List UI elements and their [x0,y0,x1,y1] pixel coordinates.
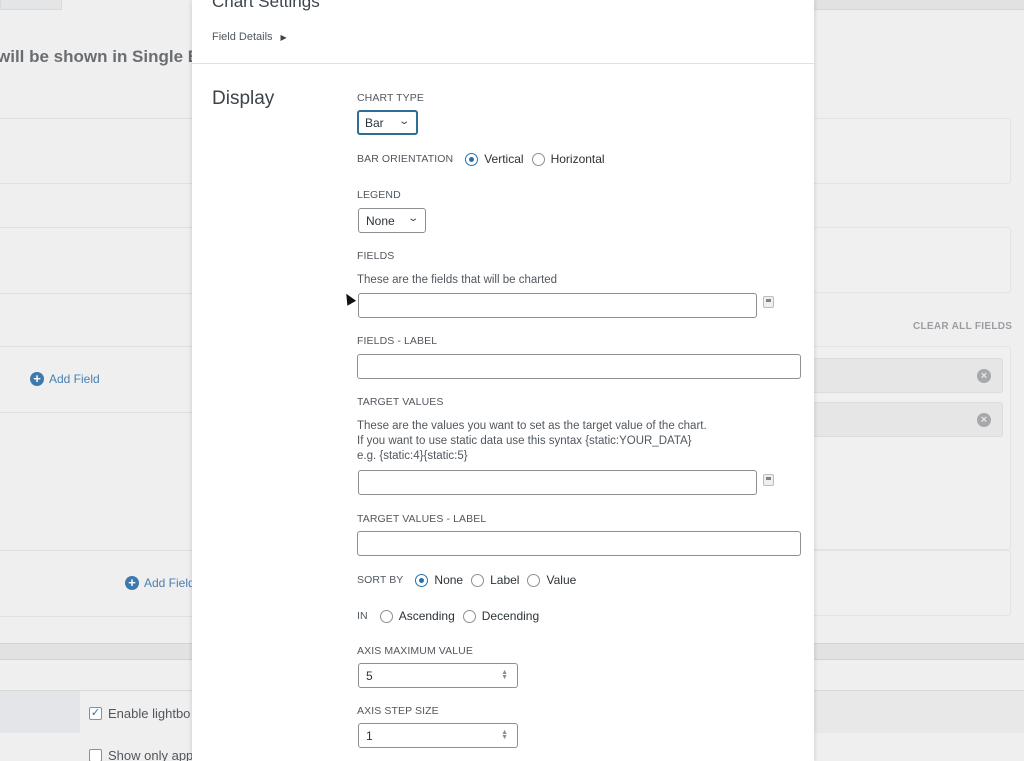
background-heading: will be shown in Single E [0,47,200,66]
divider [0,550,192,551]
bar-orientation-group: BAR ORIENTATION Vertical Horizontal [357,152,605,166]
background-cell [814,691,1024,733]
chart-type-select[interactable]: Bar ⌄ [357,110,418,135]
radio-icon[interactable] [527,573,541,587]
radio-icon[interactable] [379,609,393,623]
radio-checked-icon[interactable] [465,152,479,166]
triangle-right-icon: ▶ [280,32,287,42]
radio-icon[interactable] [462,609,476,623]
clear-all-fields-button[interactable]: CLEAR ALL FIELDS [913,321,1012,332]
target-values-description-3: e.g. {static:4}{static:5} [357,450,468,462]
divider [0,118,192,119]
modal-header: Chart Settings Field Details ▶ [192,0,814,64]
spinner-arrows-icon[interactable]: ▲ ▼ [501,729,508,741]
target-values-description-2: If you want to use static data use this … [357,435,692,447]
plus-circle-icon: + [125,576,139,590]
target-values-label-label: TARGET VALUES - LABEL [357,513,487,525]
background-top-bar [810,0,1024,10]
axis-step-input[interactable]: 1 ▲ ▼ [358,723,518,748]
radio-sort-label[interactable]: Label [471,573,519,587]
background-box [810,118,1011,184]
section-title-display: Display [212,88,275,109]
fields-description: These are the fields that will be charte… [357,274,558,286]
fields-input[interactable] [358,293,757,318]
field-picker-icon[interactable] [763,474,774,486]
divider [0,227,192,228]
chevron-down-icon: ⌄ [406,213,419,224]
field-row[interactable]: × [810,402,1003,437]
target-values-description-1: These are the values you want to set as … [357,420,707,432]
chevron-down-icon: ⌄ [397,116,410,127]
divider [0,183,192,184]
radio-icon[interactable] [531,152,545,166]
radio-descending[interactable]: Decending [462,609,539,623]
target-values-label-input[interactable] [357,531,801,556]
legend-label: LEGEND [357,189,401,201]
radio-vertical[interactable]: Vertical [465,152,524,166]
background-cell [0,691,80,733]
add-field-button[interactable]: + Add Field [125,576,195,590]
radio-checked-icon[interactable] [415,573,429,587]
axis-max-label: AXIS MAXIMUM VALUE [357,645,473,657]
fields-label-input[interactable] [357,354,801,379]
field-picker-icon[interactable] [763,296,774,308]
enable-lightbox-checkbox[interactable]: ✓ Enable lightbo [89,706,190,721]
checkbox-icon[interactable] [89,749,102,761]
background-tab[interactable] [0,0,62,10]
background-box [810,227,1011,293]
remove-circle-icon[interactable]: × [977,413,991,427]
background-box [810,550,1011,616]
show-only-checkbox[interactable]: Show only app [89,748,193,761]
axis-step-label: AXIS STEP SIZE [357,705,439,717]
radio-ascending[interactable]: Ascending [379,609,455,623]
target-values-label: TARGET VALUES [357,396,444,408]
chart-settings-modal: Chart Settings Field Details ▶ Display C… [192,0,814,761]
divider [0,346,192,347]
fields-label: FIELDS [357,250,395,262]
plus-circle-icon: + [30,372,44,386]
target-values-input[interactable] [358,470,757,495]
divider [0,412,192,413]
field-details-toggle[interactable]: Field Details ▶ [212,31,287,43]
radio-icon[interactable] [471,573,485,587]
legend-select[interactable]: None ⌄ [358,208,426,233]
axis-max-input[interactable]: 5 ▲ ▼ [358,663,518,688]
radio-sort-none[interactable]: None [415,573,463,587]
spinner-arrows-icon[interactable]: ▲ ▼ [501,669,508,681]
fields-label-label: FIELDS - LABEL [357,335,438,347]
modal-title: Chart Settings [212,0,320,11]
add-field-button[interactable]: + Add Field [30,372,100,386]
chart-type-label: CHART TYPE [357,92,424,104]
checkbox-checked-icon[interactable]: ✓ [89,707,102,720]
sort-by-group: SORT BY None Label Value [357,573,577,587]
divider [0,616,192,617]
remove-circle-icon[interactable]: × [977,369,991,383]
sort-in-group: IN Ascending Decending [357,609,540,623]
divider [0,293,192,294]
field-row[interactable]: × [810,358,1003,393]
radio-horizontal[interactable]: Horizontal [531,152,605,166]
radio-sort-value[interactable]: Value [527,573,576,587]
